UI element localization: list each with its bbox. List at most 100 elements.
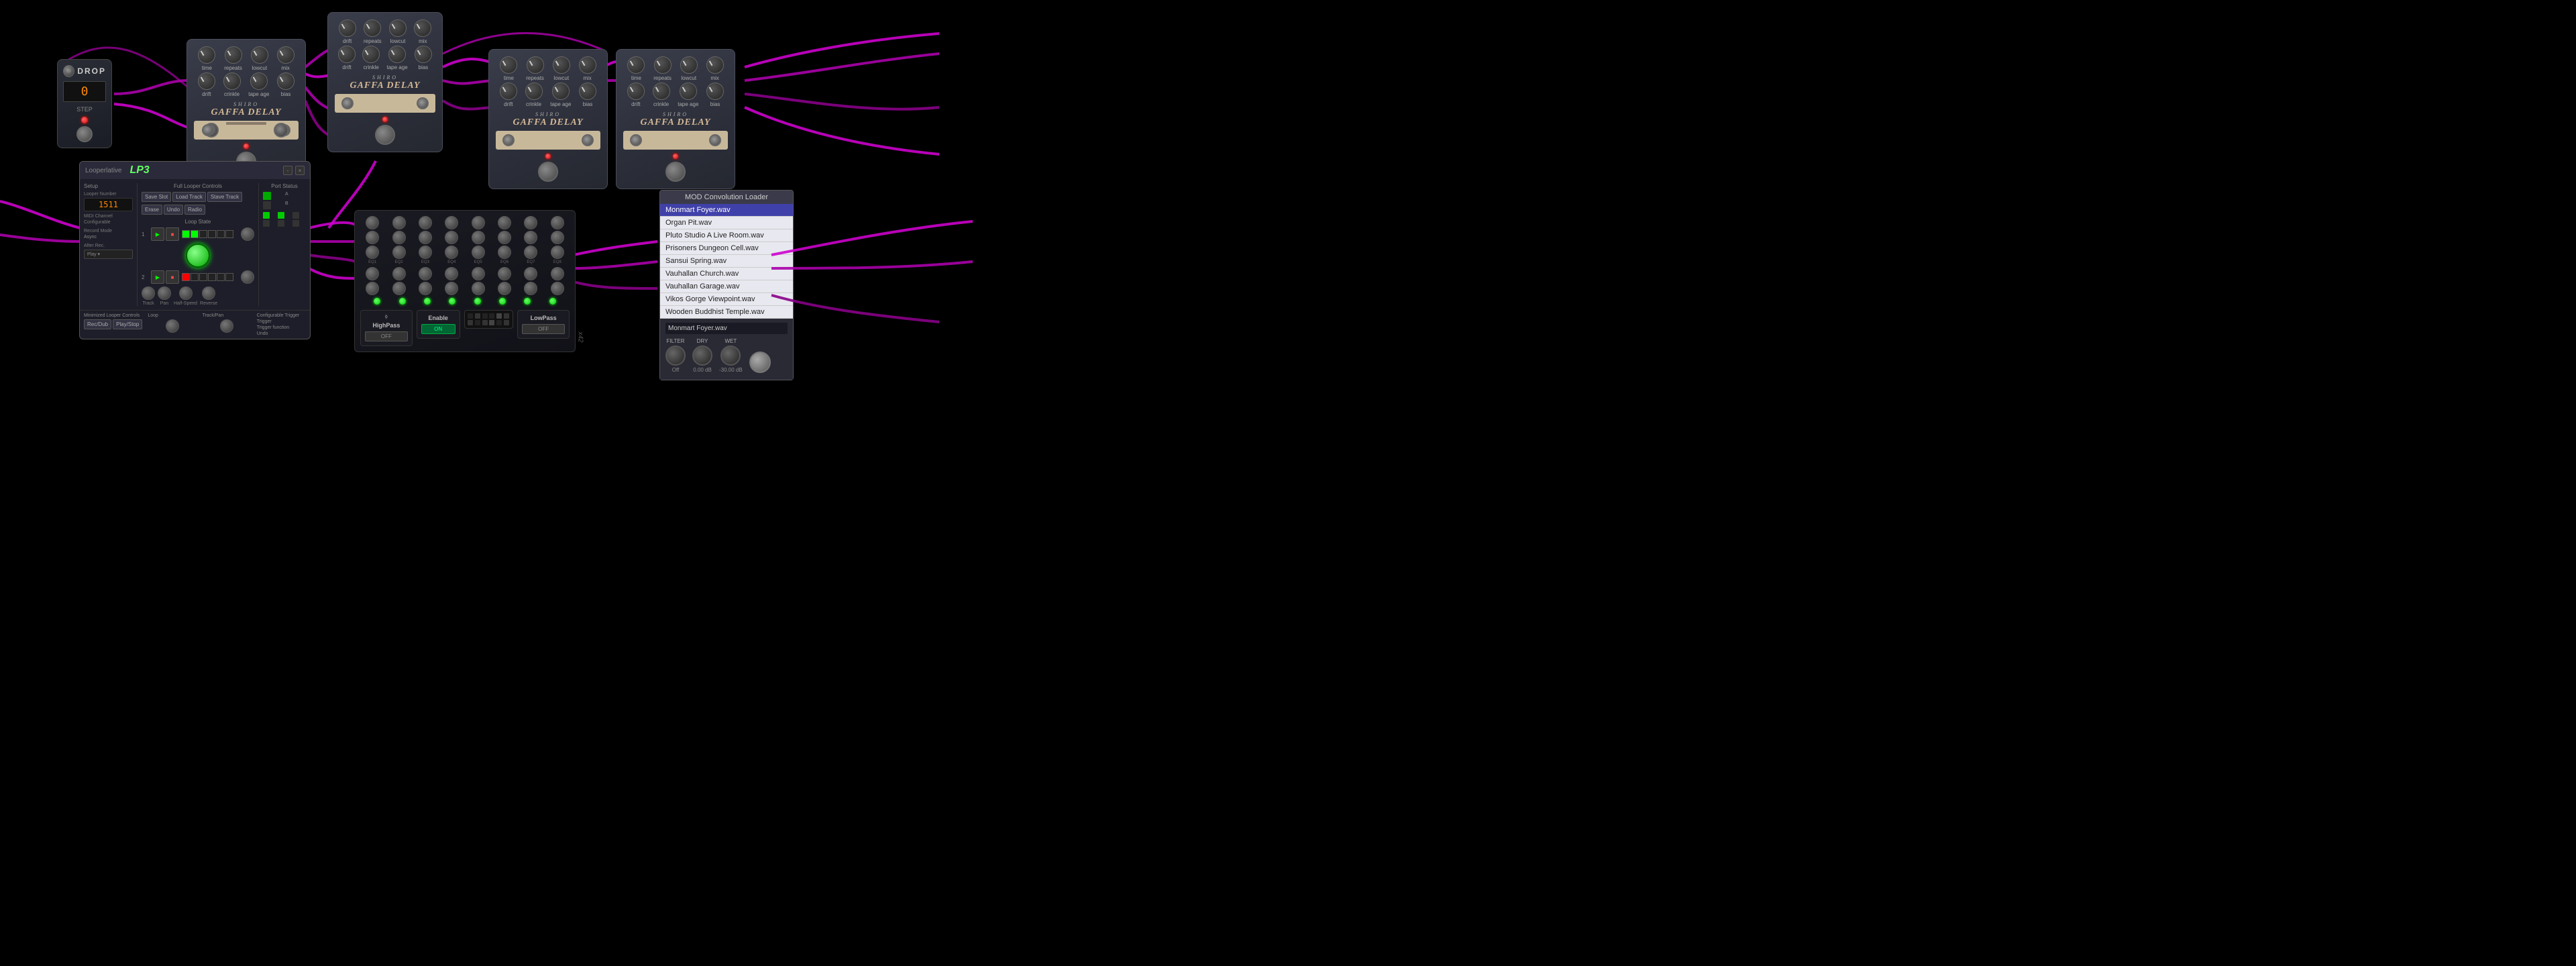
knob-drift-2b[interactable]: drift bbox=[338, 46, 356, 70]
file-item-4[interactable]: Sansui Spring.wav bbox=[660, 255, 793, 268]
eq-b4-k1[interactable] bbox=[445, 216, 458, 229]
eq-b4-k3[interactable] bbox=[445, 246, 458, 259]
lowpass-toggle[interactable]: OFF bbox=[522, 324, 565, 334]
eq-r2-b6-k2[interactable] bbox=[498, 282, 511, 295]
eq-b1-k2[interactable] bbox=[366, 231, 379, 244]
knob-tapeage-4[interactable]: tape age bbox=[678, 83, 698, 107]
gaffa3-footswitch[interactable] bbox=[538, 162, 558, 182]
knob-repeats-3[interactable]: repeats bbox=[526, 56, 544, 81]
eq-r2-b8-k1[interactable] bbox=[551, 267, 564, 280]
recdub-btn[interactable]: Rec/Dub bbox=[84, 319, 111, 329]
file-item-3[interactable]: Prisoners Dungeon Cell.wav bbox=[660, 242, 793, 255]
eq-r2-b6-k1[interactable] bbox=[498, 267, 511, 280]
halfspeed-knob[interactable] bbox=[179, 286, 193, 300]
eq-r2-b1-k1[interactable] bbox=[366, 267, 379, 280]
eq-enable-6[interactable] bbox=[499, 298, 506, 305]
wet-knob[interactable] bbox=[720, 345, 741, 366]
track-knob[interactable] bbox=[142, 286, 155, 300]
file-item-5[interactable]: Vauhallan Church.wav bbox=[660, 268, 793, 280]
knob-crinkle-2[interactable]: crinkle bbox=[362, 46, 380, 70]
track1-stop-btn[interactable]: ■ bbox=[166, 227, 179, 241]
knob-tapeage-2[interactable]: tape age bbox=[387, 46, 408, 70]
knob-drift-1[interactable]: drift bbox=[198, 72, 215, 97]
eq-b7-k3[interactable] bbox=[524, 246, 537, 259]
knob-bias-2[interactable]: bias bbox=[415, 46, 432, 70]
save-btn[interactable]: Save Slot bbox=[142, 192, 171, 202]
knob-lowcut-4[interactable]: lowcut bbox=[680, 56, 698, 81]
eq-r2-b7-k1[interactable] bbox=[524, 267, 537, 280]
track1-play-btn[interactable]: ▶ bbox=[151, 227, 164, 241]
file-item-8[interactable]: Wooden Buddhist Temple.wav bbox=[660, 306, 793, 319]
eq-b7-k1[interactable] bbox=[524, 216, 537, 229]
lp3-record-btn[interactable] bbox=[186, 244, 210, 268]
loop-knob[interactable] bbox=[166, 319, 179, 333]
eq-enable-2[interactable] bbox=[399, 298, 406, 305]
eq-b3-k3[interactable] bbox=[419, 246, 432, 259]
eq-b8-k2[interactable] bbox=[551, 231, 564, 244]
eq-b3-k2[interactable] bbox=[419, 231, 432, 244]
radio-btn[interactable]: Radio bbox=[184, 205, 205, 215]
dry-knob[interactable] bbox=[692, 345, 712, 366]
eq-b2-k3[interactable] bbox=[392, 246, 406, 259]
eq-b1-k3[interactable] bbox=[366, 246, 379, 259]
playstop-btn[interactable]: Play/Stop bbox=[113, 319, 142, 329]
eq-r2-b5-k1[interactable] bbox=[472, 267, 485, 280]
eq-b5-k1[interactable] bbox=[472, 216, 485, 229]
knob-bias-1[interactable]: bias bbox=[277, 72, 294, 97]
eq-b2-k2[interactable] bbox=[392, 231, 406, 244]
eq-r2-b4-k1[interactable] bbox=[445, 267, 458, 280]
eq-b5-k3[interactable] bbox=[472, 246, 485, 259]
eq-b2-k1[interactable] bbox=[392, 216, 406, 229]
track2-play-btn[interactable]: ▶ bbox=[151, 270, 164, 284]
knob-mix-1[interactable]: mix bbox=[277, 46, 294, 71]
eq-enable-4[interactable] bbox=[449, 298, 455, 305]
knob-lowcut-2[interactable]: lowcut bbox=[389, 19, 407, 44]
undo-btn[interactable]: Undo bbox=[164, 205, 183, 215]
knob-lowcut-1[interactable]: lowcut bbox=[251, 46, 268, 71]
stave-btn[interactable]: Stave Track bbox=[207, 192, 242, 202]
knob-repeats-2[interactable]: repeats bbox=[364, 19, 382, 44]
eq-enable-8[interactable] bbox=[549, 298, 556, 305]
lp3-close-btn[interactable]: × bbox=[295, 166, 305, 175]
knob-drift-3[interactable]: drift bbox=[500, 83, 517, 107]
drop-footswitch[interactable] bbox=[76, 126, 93, 142]
eq-enable-1[interactable] bbox=[374, 298, 380, 305]
knob-tapeage-1[interactable]: tape age bbox=[248, 72, 269, 97]
erase-btn[interactable]: Erase bbox=[142, 205, 162, 215]
reverse-knob[interactable] bbox=[202, 286, 215, 300]
eq-b8-k1[interactable] bbox=[551, 216, 564, 229]
highpass-toggle[interactable]: OFF bbox=[365, 331, 408, 341]
conv-sphere[interactable] bbox=[749, 352, 771, 373]
eq-r2-b5-k2[interactable] bbox=[472, 282, 485, 295]
eq-enable-7[interactable] bbox=[524, 298, 531, 305]
after-rec-select[interactable]: Play ▾ bbox=[84, 250, 133, 259]
eq-r2-b7-k2[interactable] bbox=[524, 282, 537, 295]
eq-b8-k3[interactable] bbox=[551, 246, 564, 259]
file-item-1[interactable]: Organ Pit.wav bbox=[660, 217, 793, 229]
eq-b6-k3[interactable] bbox=[498, 246, 511, 259]
eq-r2-b8-k2[interactable] bbox=[551, 282, 564, 295]
knob-time-4[interactable]: time bbox=[627, 56, 645, 81]
knob-tapeage-3[interactable]: tape age bbox=[550, 83, 571, 107]
eq-b5-k2[interactable] bbox=[472, 231, 485, 244]
pan-knob[interactable] bbox=[158, 286, 171, 300]
eq-r2-b2-k1[interactable] bbox=[392, 267, 406, 280]
eq-b1-k1[interactable] bbox=[366, 216, 379, 229]
file-item-7[interactable]: Vikos Gorge Viewpoint.wav bbox=[660, 293, 793, 306]
knob-bias-3[interactable]: bias bbox=[579, 83, 596, 107]
eq-b6-k1[interactable] bbox=[498, 216, 511, 229]
knob-crinkle-3[interactable]: crinkle bbox=[525, 83, 543, 107]
file-item-0[interactable]: Monmart Foyer.wav bbox=[660, 204, 793, 217]
enable-toggle[interactable]: ON bbox=[421, 324, 455, 334]
gaffa2-footswitch[interactable] bbox=[375, 125, 395, 145]
track2-stop-btn[interactable]: ■ bbox=[166, 270, 179, 284]
knob-crinkle-4[interactable]: crinkle bbox=[653, 83, 670, 107]
file-item-2[interactable]: Pluto Studio A Live Room.wav bbox=[660, 229, 793, 242]
filter-knob[interactable] bbox=[665, 345, 686, 366]
knob-mix-4[interactable]: mix bbox=[706, 56, 724, 81]
gaffa4-footswitch[interactable] bbox=[665, 162, 686, 182]
eq-b6-k2[interactable] bbox=[498, 231, 511, 244]
knob-lowcut-3[interactable]: lowcut bbox=[553, 56, 570, 81]
knob-repeats-1[interactable]: repeats bbox=[224, 46, 242, 71]
knob-bias-4[interactable]: bias bbox=[706, 83, 724, 107]
